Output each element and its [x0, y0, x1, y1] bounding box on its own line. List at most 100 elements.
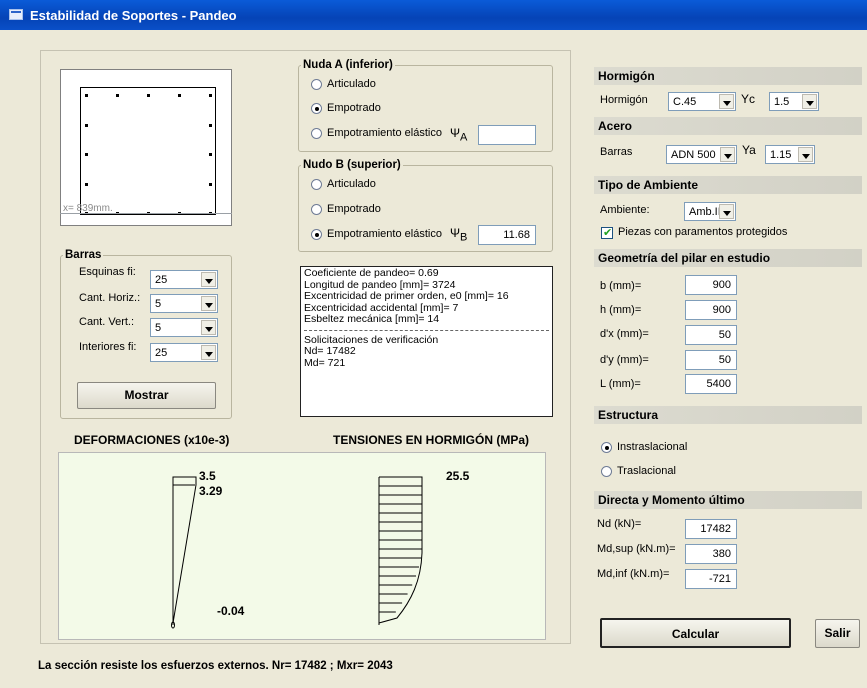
section-outline: [80, 87, 216, 215]
chevron-down-icon[interactable]: [719, 94, 734, 109]
stress-diagram: 25.5: [378, 469, 470, 625]
intraslacional-label: Instraslacional: [617, 441, 688, 453]
md-sup-label: Md,sup (kN.m)=: [597, 543, 676, 555]
md-inf-input[interactable]: -721: [685, 569, 737, 589]
cant-vert-label: Cant. Vert.:: [79, 316, 135, 328]
cant-vert-select[interactable]: 5: [150, 318, 218, 337]
nudo-a-articulado-radio[interactable]: [311, 79, 322, 90]
h-label: h (mm)=: [600, 304, 642, 316]
interiores-label: Interiores fi:: [79, 341, 137, 353]
diagram-area: 3.5 3.29 -0.04 25.5: [58, 452, 546, 640]
estructura-header: Estructura: [594, 406, 862, 424]
esquinas-label: Esquinas fi:: [79, 266, 136, 278]
md-inf-label: Md,inf (kN.m)=: [597, 568, 670, 580]
calcular-button[interactable]: Calcular: [600, 618, 791, 648]
psi-a-input[interactable]: [478, 125, 536, 145]
chevron-down-icon[interactable]: [201, 296, 216, 311]
status-message: La sección resiste los esfuerzos externo…: [38, 660, 393, 672]
l-input[interactable]: 5400: [685, 374, 737, 394]
nudo-a-legend: Nuda A (inferior): [303, 59, 393, 71]
rebar-dot: [209, 182, 212, 186]
psi-b-symbol: ΨB: [450, 226, 468, 244]
traslacional-label: Traslacional: [617, 465, 676, 477]
chevron-down-icon[interactable]: [802, 94, 817, 109]
stress-profile: [378, 476, 423, 624]
deform-profile: [172, 476, 197, 624]
nudo-b-empotrado-radio[interactable]: [311, 204, 322, 215]
nudo-b-articulado-radio[interactable]: [311, 179, 322, 190]
b-input[interactable]: 900: [685, 275, 737, 295]
chevron-down-icon[interactable]: [201, 345, 216, 360]
interiores-select[interactable]: 25: [150, 343, 218, 362]
chevron-down-icon[interactable]: [201, 272, 216, 287]
chevron-down-icon[interactable]: [719, 204, 734, 219]
deform-label-top: 3.5: [199, 469, 216, 483]
mostrar-button[interactable]: Mostrar: [77, 382, 216, 409]
barras-legend: Barras: [65, 249, 102, 261]
rebar-dot: [209, 153, 212, 156]
chevron-down-icon[interactable]: [201, 320, 216, 335]
barras-acero-label: Barras: [600, 146, 633, 158]
window-title: Estabilidad de Soportes - Pandeo: [30, 8, 237, 23]
result-line: Md= 721: [304, 356, 346, 369]
nudo-a-articulado-label: Articulado: [327, 78, 376, 90]
psi-b-input[interactable]: 11.68: [478, 225, 536, 245]
rebar-dot: [85, 94, 88, 97]
deform-label-mid: 3.29: [199, 484, 223, 498]
cant-horiz-label: Cant. Horiz.:: [79, 292, 141, 304]
nudo-b-legend: Nudo B (superior): [303, 159, 401, 171]
yc-select[interactable]: 1.5: [769, 92, 819, 111]
rebar-dot: [116, 94, 119, 97]
deformaciones-title: DEFORMACIONES (x10e-3): [74, 433, 230, 447]
geometria-header: Geometría del pilar en estudio: [594, 249, 862, 267]
directa-header: Directa y Momento último: [594, 491, 862, 509]
rebar-dot: [85, 182, 88, 186]
l-label: L (mm)=: [600, 378, 641, 390]
b-label: b (mm)=: [600, 280, 642, 292]
cant-horiz-select[interactable]: 5: [150, 294, 218, 313]
rebar-dot: [178, 94, 181, 97]
psi-a-symbol: ΨA: [450, 126, 468, 144]
piezas-checkbox[interactable]: [601, 226, 613, 239]
dy-label: d'y (mm)=: [600, 354, 649, 366]
nudo-a-elastico-label: Empotramiento elástico: [327, 127, 442, 139]
yc-label: Yc: [741, 92, 756, 106]
rebar-dot: [209, 123, 212, 127]
chevron-down-icon[interactable]: [798, 147, 813, 162]
acero-header: Acero: [594, 117, 862, 135]
ambiente-header: Tipo de Ambiente: [594, 176, 862, 194]
rebar-dot: [147, 94, 150, 97]
hormigon-header: Hormigón: [594, 67, 862, 85]
nudo-a-empotrado-radio[interactable]: [311, 103, 322, 114]
ya-label: Ya: [742, 143, 756, 157]
acero-select[interactable]: ADN 500: [666, 145, 737, 164]
nd-input[interactable]: 17482: [685, 519, 737, 539]
deformation-diagram: 3.5 3.29 -0.04: [171, 469, 245, 629]
stress-label-max: 25.5: [446, 469, 470, 483]
salir-button[interactable]: Salir: [815, 619, 860, 648]
traslacional-radio[interactable]: [601, 466, 612, 477]
results-divider: [304, 329, 549, 331]
nudo-b-elastico-radio[interactable]: [311, 229, 322, 240]
dx-input[interactable]: 50: [685, 325, 737, 345]
nudo-b-elastico-label: Empotramiento elástico: [327, 228, 442, 240]
rebar-dot: [85, 153, 88, 156]
ambiente-select[interactable]: Amb.II: [684, 202, 736, 221]
chevron-down-icon[interactable]: [720, 147, 735, 162]
intraslacional-radio[interactable]: [601, 442, 612, 453]
nudo-a-elastico-radio[interactable]: [311, 128, 322, 139]
md-sup-input[interactable]: 380: [685, 544, 737, 564]
esquinas-select[interactable]: 25: [150, 270, 218, 289]
result-line: Coeficiente de pandeo= 0.69: [304, 267, 439, 279]
piezas-label: Piezas con paramentos protegidos: [618, 226, 788, 238]
h-input[interactable]: 900: [685, 300, 737, 320]
hormigon-select[interactable]: C.45: [668, 92, 736, 111]
nd-label: Nd (kN)=: [597, 518, 642, 530]
rebar-dot: [209, 94, 212, 97]
hormigon-label: Hormigón: [600, 94, 648, 106]
dy-input[interactable]: 50: [685, 350, 737, 370]
ya-select[interactable]: 1.15: [765, 145, 815, 164]
result-line: Esbeltez mecánica [mm]= 14: [304, 313, 440, 325]
title-bar: Estabilidad de Soportes - Pandeo: [0, 0, 867, 30]
app-icon: [9, 9, 23, 20]
